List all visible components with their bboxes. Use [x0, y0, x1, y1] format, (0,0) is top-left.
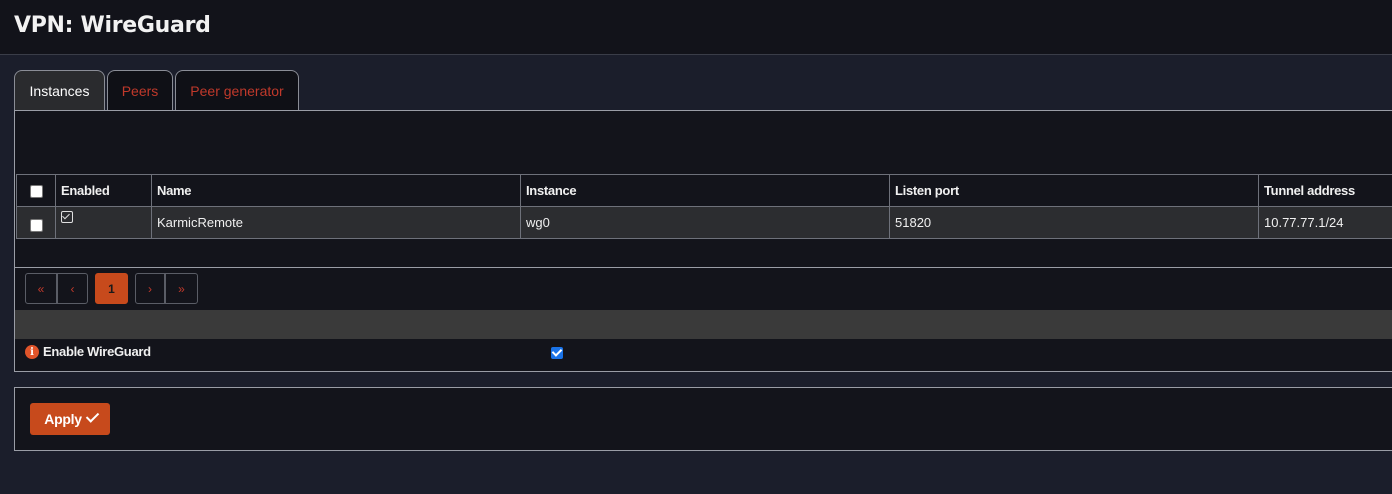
divider: [15, 267, 1392, 268]
row-select-checkbox[interactable]: [29, 219, 43, 233]
column-header-instance[interactable]: Instance: [520, 174, 890, 207]
pager-prev-button[interactable]: ‹: [57, 273, 88, 304]
column-header-name[interactable]: Name: [151, 174, 521, 207]
row-tunnel-address-cell: 10.77.77.1/24: [1258, 206, 1392, 239]
select-all-cell: [16, 174, 56, 207]
select-all-checkbox[interactable]: [29, 185, 43, 199]
tab-instances[interactable]: Instances: [14, 70, 105, 111]
row-name-cell: KarmicRemote: [151, 206, 521, 239]
pager-last-button[interactable]: »: [165, 273, 198, 304]
info-icon[interactable]: i: [25, 345, 39, 359]
pager-first-button[interactable]: «: [25, 273, 57, 304]
column-header-tunnel-address[interactable]: Tunnel address: [1258, 174, 1392, 207]
enabled-check-icon[interactable]: [61, 211, 73, 223]
page-header: VPN: WireGuard: [0, 0, 1392, 55]
row-instance-cell: wg0: [520, 206, 890, 239]
check-icon: [85, 409, 99, 423]
instances-panel: Enabled Name Instance Listen port Tunnel…: [14, 110, 1392, 372]
tab-instances-label: Instances: [29, 83, 90, 99]
actions-panel: Apply: [14, 387, 1392, 451]
enable-wireguard-label: Enable WireGuard: [43, 344, 151, 359]
enable-wireguard-checkbox[interactable]: [551, 347, 563, 359]
pager-next-button[interactable]: ›: [135, 273, 165, 304]
tab-peer-generator-label: Peer generator: [190, 82, 284, 99]
table-row[interactable]: KarmicRemote wg0 51820 10.77.77.1/24: [16, 206, 1392, 239]
tab-peers[interactable]: Peers: [107, 70, 173, 110]
column-header-enabled[interactable]: Enabled: [55, 174, 152, 207]
tab-peer-generator[interactable]: Peer generator: [175, 70, 299, 110]
row-listen-port-cell: 51820: [889, 206, 1259, 239]
row-select-cell: [16, 206, 56, 239]
page-title: VPN: WireGuard: [14, 13, 211, 38]
row-enabled-cell: [55, 206, 152, 239]
settings-section-bar: [15, 310, 1392, 339]
instances-table: Enabled Name Instance Listen port Tunnel…: [16, 174, 1392, 239]
tab-peers-label: Peers: [121, 82, 159, 99]
pager-page-1-button[interactable]: 1: [95, 273, 128, 304]
apply-button[interactable]: Apply: [30, 403, 110, 435]
apply-button-label: Apply: [44, 411, 82, 427]
column-header-listen-port[interactable]: Listen port: [889, 174, 1259, 207]
table-header-row: Enabled Name Instance Listen port Tunnel…: [16, 174, 1392, 207]
